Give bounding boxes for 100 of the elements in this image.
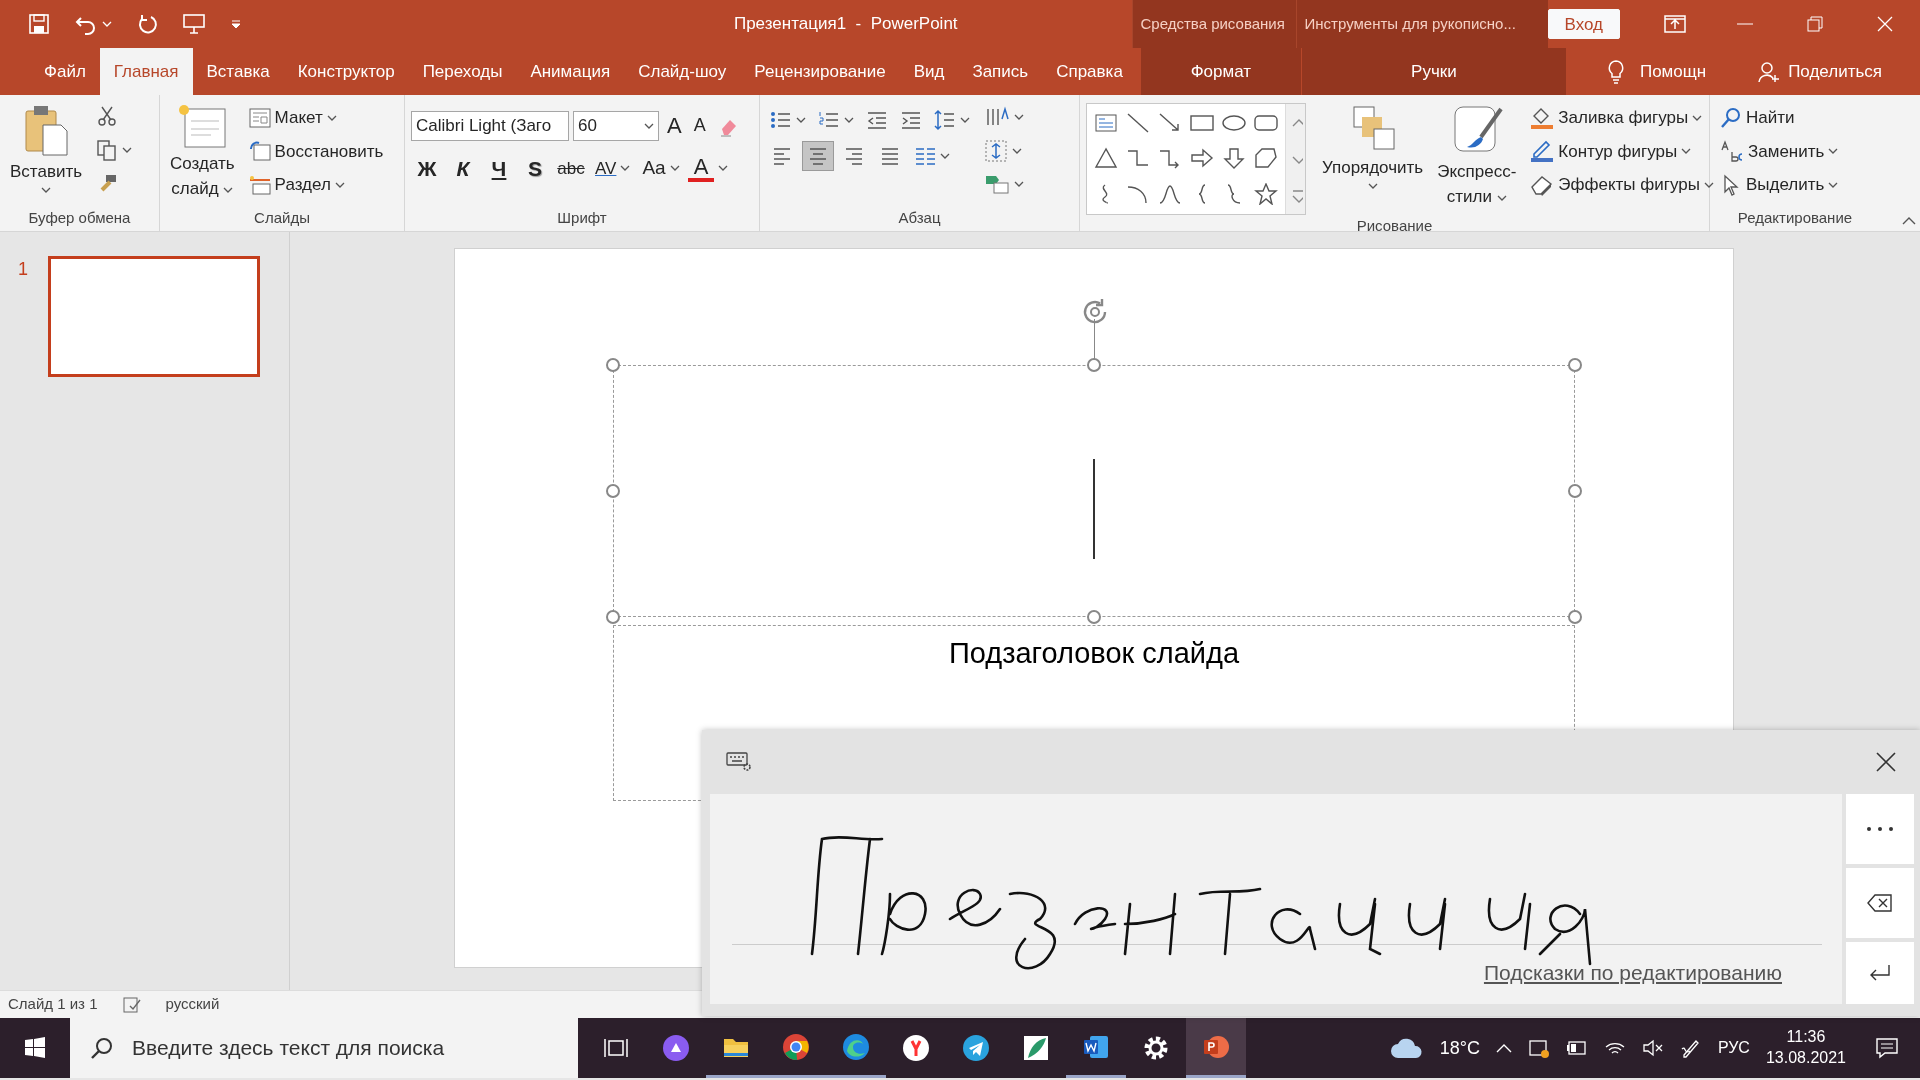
- pencil-icon: [1530, 139, 1555, 164]
- ribbon-tab[interactable]: Формат: [1140, 48, 1301, 95]
- arrange-button[interactable]: Упорядочить: [1318, 99, 1428, 215]
- resize-handle[interactable]: [1568, 610, 1582, 624]
- shape-icon: [1190, 112, 1214, 134]
- slide-command-button[interactable]: Макет: [244, 103, 388, 133]
- shape-icon: [1094, 112, 1118, 134]
- ribbon-tab[interactable]: Файл: [30, 48, 100, 95]
- shape-icon: [1190, 147, 1214, 170]
- resize-handle[interactable]: [606, 610, 620, 624]
- cloud-icon[interactable]: [1389, 1036, 1424, 1060]
- ribbon-tab[interactable]: Ручки: [1301, 48, 1566, 95]
- format-button[interactable]: abc: [555, 152, 587, 185]
- tell-me-button[interactable]: Помощн: [1591, 48, 1721, 95]
- shape-format-button[interactable]: Эффекты фигуры: [1526, 170, 1718, 200]
- resize-handle[interactable]: [1087, 610, 1101, 624]
- shape-icon: [1094, 147, 1118, 170]
- battery-icon[interactable]: [1565, 1040, 1588, 1056]
- backspace-button[interactable]: [1846, 868, 1914, 938]
- new-slide-button[interactable]: Создать слайд: [166, 99, 239, 207]
- chevron-up-icon[interactable]: [1495, 1043, 1512, 1053]
- restore-icon: [1807, 16, 1823, 32]
- resize-handle[interactable]: [606, 358, 620, 372]
- caret-icon: [326, 113, 337, 122]
- shape-format-button[interactable]: Заливка фигуры: [1526, 103, 1718, 133]
- format-button[interactable]: Ж: [411, 152, 443, 185]
- task-view-icon: [604, 1037, 628, 1059]
- outdent-icon: [866, 109, 888, 131]
- yandex-icon: [902, 1034, 930, 1062]
- new-slide-icon: [177, 103, 228, 149]
- slide-count: Слайд 1 из 1: [8, 994, 98, 1015]
- resize-handle[interactable]: [1568, 484, 1582, 498]
- grow-font-button[interactable]: A: [663, 107, 686, 144]
- font-color-button[interactable]: A: [687, 154, 715, 183]
- share-button[interactable]: Поделиться: [1744, 48, 1896, 95]
- ribbon-tab[interactable]: Вид: [899, 48, 959, 95]
- weather-temperature[interactable]: 18°C: [1439, 1034, 1480, 1062]
- chevron-up-icon: [1902, 215, 1916, 225]
- editing-tips-link[interactable]: Подсказки по редактированию: [1483, 956, 1782, 988]
- font-name-field[interactable]: Calibri Light (Заго: [411, 110, 569, 141]
- muted-speaker-icon[interactable]: [1641, 1039, 1664, 1057]
- caret-icon: [620, 164, 631, 173]
- ribbon-tab[interactable]: Запись: [958, 48, 1043, 95]
- shape-icon: [1222, 147, 1246, 170]
- shrink-font-button[interactable]: A: [689, 110, 710, 141]
- shape-icon: [1254, 147, 1278, 170]
- caret-icon: [1367, 182, 1378, 191]
- caret-icon: [796, 116, 806, 124]
- handwriting-area[interactable]: Подсказки по редактированию: [710, 794, 1842, 1004]
- editing-button[interactable]: Выделить: [1716, 170, 1843, 200]
- enter-icon: [1868, 963, 1892, 983]
- minimize-icon: [1737, 23, 1753, 25]
- ribbon-tab[interactable]: Переходы: [408, 48, 517, 95]
- change-case-button[interactable]: Aa: [638, 152, 684, 185]
- slide-thumbnail[interactable]: [48, 256, 260, 377]
- caret-icon: [334, 180, 345, 189]
- sign-in-button[interactable]: Вход: [1547, 9, 1620, 39]
- clock-time[interactable]: 11:36: [1786, 1027, 1826, 1048]
- shape-format-button[interactable]: Контур фигуры: [1526, 136, 1718, 166]
- ribbon-tab[interactable]: Вставка: [192, 48, 284, 95]
- character-spacing-button[interactable]: AV: [591, 153, 635, 183]
- quick-styles-button[interactable]: Экспресс- стили: [1433, 99, 1521, 215]
- format-button[interactable]: S: [519, 152, 551, 185]
- format-button[interactable]: К: [447, 152, 479, 185]
- ribbon-tab[interactable]: Слайд-шоу: [624, 48, 741, 95]
- clock-date[interactable]: 13.08.2021: [1765, 1048, 1846, 1069]
- ribbon-tab[interactable]: Конструктор: [283, 48, 409, 95]
- paste-button[interactable]: Вставить: [6, 99, 87, 207]
- window-title: Презентация1 - PowerPoint: [733, 14, 958, 34]
- notification-icon: [1875, 1037, 1899, 1059]
- spellcheck-icon[interactable]: [121, 995, 142, 1014]
- ribbon-display-icon: [1664, 15, 1686, 33]
- format-button[interactable]: Ч: [483, 152, 515, 185]
- caret-icon: [1014, 180, 1024, 188]
- save-icon: [28, 13, 50, 35]
- ribbon-tab[interactable]: Справка: [1042, 48, 1137, 95]
- device-icon[interactable]: [1527, 1037, 1550, 1059]
- keyboard-language[interactable]: РУС: [1717, 1036, 1750, 1060]
- slide-command-button[interactable]: Восстановить: [244, 136, 388, 166]
- caret-icon: [1828, 147, 1839, 156]
- chrome-icon: [782, 1032, 810, 1061]
- font-size-field[interactable]: 60: [573, 110, 659, 141]
- align-button[interactable]: [802, 141, 834, 171]
- caret-icon: [122, 146, 133, 154]
- ribbon-tab[interactable]: Рецензирование: [740, 48, 900, 95]
- caret-icon: [718, 164, 729, 173]
- language-indicator[interactable]: русский: [165, 993, 220, 1016]
- editing-button[interactable]: Заменить: [1716, 136, 1843, 166]
- ribbon-tab[interactable]: Анимация: [516, 48, 625, 95]
- resize-handle[interactable]: [1087, 358, 1101, 372]
- resize-handle[interactable]: [1568, 358, 1582, 372]
- search-field[interactable]: Введите здесь текст для поиска: [70, 1018, 578, 1078]
- editing-button[interactable]: Найти: [1716, 103, 1843, 133]
- resize-handle[interactable]: [606, 484, 620, 498]
- voice-assistant-icon: [662, 1034, 690, 1062]
- slide-command-button[interactable]: Раздел: [244, 170, 388, 200]
- group-label: Абзац: [898, 208, 941, 228]
- smartart-icon: [984, 173, 1010, 195]
- group-label: Шрифт: [557, 208, 607, 228]
- ribbon-tab[interactable]: Главная: [99, 48, 193, 95]
